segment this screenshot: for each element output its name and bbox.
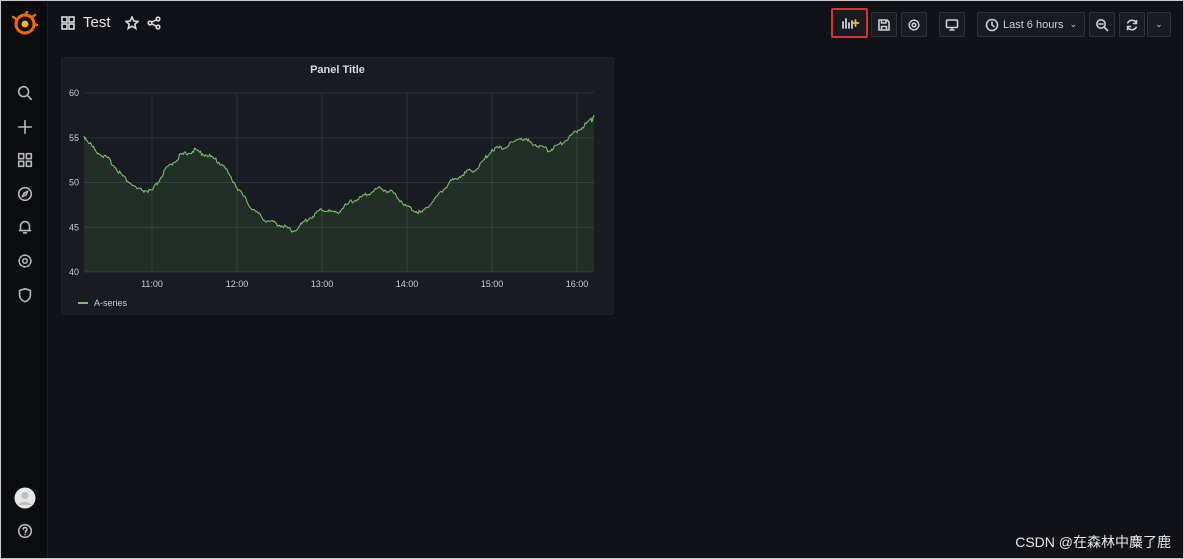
plus-icon <box>17 119 33 135</box>
dashboard-title[interactable]: Test <box>83 14 111 31</box>
cycle-view-mode-button[interactable] <box>939 12 965 37</box>
explore-icon <box>17 186 33 202</box>
share-button[interactable] <box>146 15 161 30</box>
sidebar-server-admin[interactable] <box>2 280 48 310</box>
save-icon <box>878 18 890 31</box>
x-tick-label: 11:00 <box>141 279 163 289</box>
y-tick-label: 45 <box>69 222 79 232</box>
y-tick-label: 55 <box>69 133 79 143</box>
legend: A-series <box>78 298 127 308</box>
share-icon <box>146 15 161 30</box>
sidebar-create[interactable] <box>2 112 48 142</box>
add-panel-button[interactable] <box>831 8 868 38</box>
refresh-button[interactable] <box>1119 12 1145 37</box>
alerting-icon <box>18 220 32 234</box>
dashboard-settings-button[interactable] <box>901 12 927 37</box>
settings-icon <box>18 254 32 268</box>
chevron-down-icon: ⌄ <box>1069 19 1078 29</box>
y-tick-label: 40 <box>69 267 79 277</box>
sidebar-search[interactable] <box>2 78 48 108</box>
x-tick-label: 16:00 <box>566 279 589 289</box>
refresh-interval-picker[interactable]: ⌄ <box>1147 12 1171 37</box>
star-icon <box>124 15 139 30</box>
refresh-icon <box>1126 19 1138 30</box>
x-tick-label: 13:00 <box>311 279 334 289</box>
tv-icon <box>945 18 959 31</box>
help-icon <box>17 523 33 539</box>
grid-icon <box>61 15 75 30</box>
zoom-out-icon <box>1096 18 1109 31</box>
shield-icon <box>18 287 32 303</box>
x-tick-label: 12:00 <box>226 279 249 289</box>
time-range-label: Last 6 hours <box>1002 18 1064 31</box>
sidebar-explore[interactable] <box>2 179 48 209</box>
legend-label[interactable]: A-series <box>94 298 127 308</box>
dashboards-icon <box>17 152 33 168</box>
series-area <box>84 115 594 273</box>
sidebar-profile[interactable] <box>2 483 48 513</box>
dashboard-navbar: Test Last 6 hours ⌄ ⌄ <box>49 2 1182 44</box>
y-tick-label: 60 <box>69 88 79 98</box>
watermark: CSDN @在森林中麋了鹿 <box>1015 534 1171 550</box>
search-icon <box>17 85 33 101</box>
time-range-picker[interactable]: Last 6 hours ⌄ <box>977 12 1085 37</box>
grafana-window: Test Last 6 hours ⌄ ⌄ Panel Title 40 45 … <box>0 0 1184 559</box>
x-tick-label: 14:00 <box>396 279 419 289</box>
save-dashboard-button[interactable] <box>871 12 897 37</box>
avatar <box>14 487 36 509</box>
sidebar <box>2 2 48 558</box>
sidebar-alerting[interactable] <box>2 212 48 242</box>
sidebar-dashboards[interactable] <box>2 145 48 175</box>
grafana-logo[interactable] <box>2 9 48 39</box>
sidebar-help[interactable] <box>2 516 48 546</box>
sidebar-configuration[interactable] <box>2 246 48 276</box>
grafana-logo-icon <box>12 11 38 35</box>
breadcrumb: Test <box>61 14 161 31</box>
star-button[interactable] <box>124 15 139 30</box>
gear-icon <box>908 18 920 31</box>
add-panel-icon <box>841 18 859 29</box>
x-tick-label: 15:00 <box>481 279 504 289</box>
dashboard-search-button[interactable] <box>61 15 75 30</box>
legend-swatch[interactable] <box>78 302 88 304</box>
graph-panel[interactable]: Panel Title 40 45 50 55 60 11:00 12:00 13:00 14:… <box>61 57 614 315</box>
clock-icon <box>985 18 999 31</box>
y-tick-label: 50 <box>69 178 79 188</box>
chevron-down-icon: ⌄ <box>1155 19 1163 29</box>
graph-chart: 40 45 50 55 60 11:00 12:00 13:00 14:00 15:00 16:00 <box>69 88 595 289</box>
zoom-out-button[interactable] <box>1089 12 1115 37</box>
